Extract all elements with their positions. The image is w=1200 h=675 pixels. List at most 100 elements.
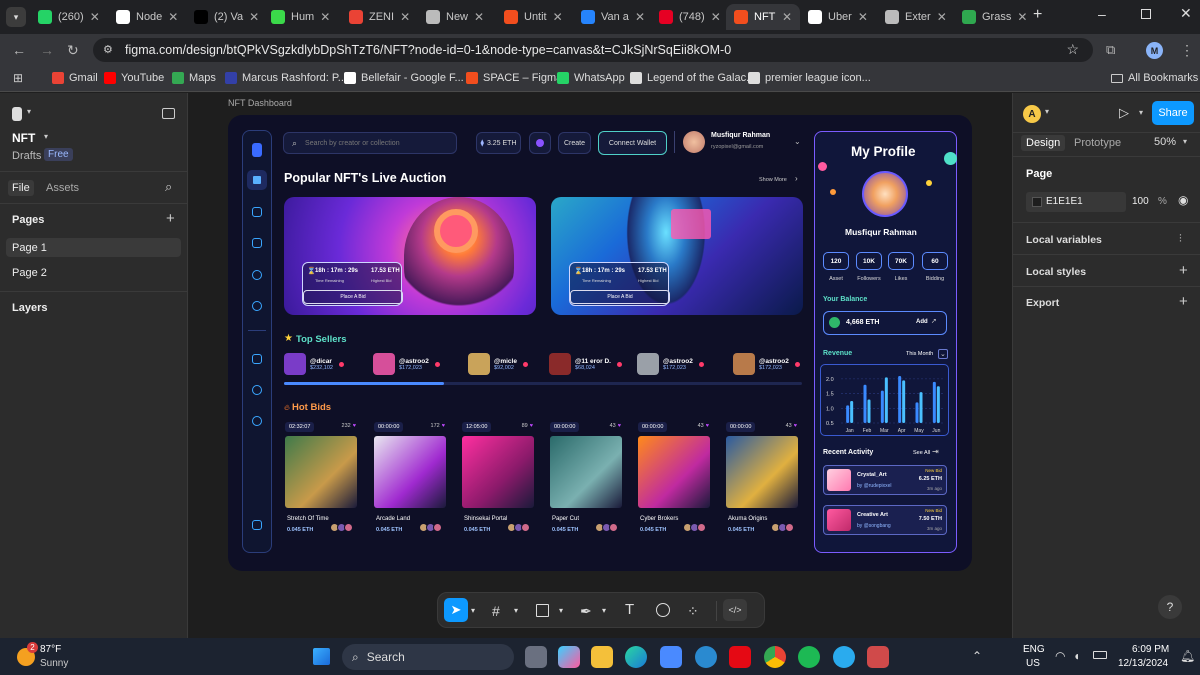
tab-close-icon[interactable]: ✕ <box>858 10 868 24</box>
add-export-icon[interactable]: + <box>1179 293 1188 310</box>
new-tab-button[interactable]: + <box>1033 6 1042 24</box>
browser-tab[interactable]: Grass ✕ <box>954 4 1028 30</box>
bid-card[interactable]: 00:00:00 43 ♥ Paper Cut 0.045 ETH <box>549 422 623 540</box>
browser-tab[interactable]: Node ✕ <box>108 4 182 30</box>
activity-item[interactable]: Creative Art by @songbang New Bid 7.50 ETH 3… <box>823 505 947 535</box>
chevron-down-icon[interactable]: ▾ <box>471 606 475 615</box>
apps-grid-icon[interactable]: ⊞ <box>13 71 23 85</box>
cart-icon[interactable] <box>252 238 262 248</box>
revenue-period[interactable]: This Month <box>906 351 933 357</box>
store-icon[interactable] <box>660 646 682 668</box>
bookmark-star-icon[interactable]: ☆ <box>1066 41 1079 58</box>
place-bid-button-2[interactable]: Place A Bid <box>570 290 670 304</box>
tab-close-icon[interactable]: ✕ <box>90 10 100 24</box>
see-all-link[interactable]: See All <box>913 450 930 456</box>
settings-icon[interactable] <box>252 416 262 426</box>
chevron-down-icon[interactable]: ⌄ <box>938 349 948 359</box>
dev-mode-button[interactable]: </> <box>723 599 747 621</box>
bookmark-link[interactable]: SPACE – Figma <box>466 72 562 84</box>
actions-tool-icon[interactable]: ⁘ <box>687 603 699 620</box>
browser-tab[interactable]: (260) ✕ <box>30 4 104 30</box>
volume-icon[interactable]: ◖ <box>1073 649 1080 663</box>
add-balance-button[interactable]: Add <box>916 319 928 325</box>
forward-icon[interactable]: → <box>40 42 54 58</box>
task-view-icon[interactable] <box>525 646 547 668</box>
file-explorer-icon[interactable] <box>591 646 613 668</box>
comment-tool-icon[interactable] <box>656 603 670 617</box>
user-menu-chevron-icon[interactable]: ⌄ <box>794 137 801 146</box>
bid-likes[interactable]: 43 ♥ <box>698 423 709 429</box>
auction-card-2[interactable]: ⌛ 18h : 17m : 29s Time Remaining 17.53 E… <box>551 197 803 315</box>
browser-tab[interactable]: Exter ✕ <box>877 4 951 30</box>
tab-close-icon[interactable]: ✕ <box>320 10 330 24</box>
chevron-right-icon[interactable]: › <box>795 174 798 183</box>
collaborator-avatar[interactable]: A <box>1023 105 1041 123</box>
sellers-scroll-thumb[interactable] <box>284 382 444 385</box>
chevron-down-icon[interactable]: ▾ <box>27 107 31 116</box>
site-info-icon[interactable]: ⚙ <box>103 43 113 56</box>
rectangle-tool-icon[interactable] <box>536 604 549 617</box>
close-window-button[interactable]: ✕ <box>1180 5 1192 22</box>
tab-close-icon[interactable]: ✕ <box>168 10 178 24</box>
minimize-button[interactable]: – <box>1098 6 1106 22</box>
add-page-icon[interactable]: + <box>166 210 175 227</box>
bid-likes[interactable]: 43 ♥ <box>786 423 797 429</box>
profile-avatar[interactable] <box>862 171 908 217</box>
clock-date[interactable]: 12/13/2024 <box>1118 658 1168 669</box>
bid-likes[interactable]: 172 ♥ <box>431 423 445 429</box>
tab-close-icon[interactable]: ✕ <box>711 10 721 24</box>
seller-item[interactable]: @astroo2 $172,023 <box>373 353 440 375</box>
wifi-icon[interactable]: ◠ <box>1055 649 1065 663</box>
chat-icon[interactable] <box>252 270 262 280</box>
bid-likes[interactable]: 89 ♥ <box>522 423 533 429</box>
logout-icon[interactable] <box>252 520 262 530</box>
sidebar-toggle-icon[interactable] <box>162 108 175 119</box>
restore-button[interactable] <box>1141 9 1151 19</box>
tab-assets[interactable]: Assets <box>46 182 79 194</box>
user-avatar[interactable] <box>683 131 705 153</box>
zoom-level[interactable]: 50% <box>1154 136 1176 148</box>
tab-close-icon[interactable]: ✕ <box>1017 10 1027 24</box>
page-color-value[interactable]: E1E1E1 <box>1046 196 1083 207</box>
clock-time[interactable]: 6:09 PM <box>1132 644 1169 655</box>
tab-file[interactable]: File <box>8 180 34 196</box>
users-icon[interactable] <box>252 385 262 395</box>
chrome-icon[interactable] <box>764 646 786 668</box>
browser-tab[interactable]: Hum ✕ <box>263 4 337 30</box>
seller-item[interactable]: @dicar $232,102 <box>284 353 344 375</box>
start-button[interactable] <box>313 648 330 665</box>
tab-close-icon[interactable]: ✕ <box>782 10 792 24</box>
browser-tab[interactable]: (748) ✕ <box>651 4 725 30</box>
notifications-icon[interactable]: 🔔︎ <box>1180 649 1195 663</box>
battery-icon[interactable] <box>1093 651 1107 659</box>
browser-tab[interactable]: Uber ✕ <box>800 4 874 30</box>
bookmark-link[interactable]: Bellefair - Google F... <box>344 72 464 84</box>
all-bookmarks-link[interactable]: All Bookmarks <box>1111 72 1198 84</box>
bookmark-link[interactable]: Legend of the Galac... <box>630 72 755 84</box>
tab-close-icon[interactable]: ✕ <box>249 10 259 24</box>
url-field[interactable]: ⚙ figma.com/design/btQPkVSgzkdlybDpShTzT… <box>93 38 1093 62</box>
pen-tool-icon[interactable]: ✒ <box>580 603 592 620</box>
browser-tab[interactable]: ZENI ✕ <box>341 4 415 30</box>
chevron-down-icon[interactable]: ▾ <box>1045 107 1049 116</box>
frame-label[interactable]: NFT Dashboard <box>228 98 292 108</box>
bid-card[interactable]: 00:00:00 43 ♥ Akuma Origins 0.045 ETH <box>725 422 799 540</box>
bid-card[interactable]: 00:00:00 172 ♥ Arcade Land 0.045 ETH <box>373 422 447 540</box>
bid-card[interactable]: 12:05:00 89 ♥ Shinsekai Portal 0.045 ETH <box>461 422 535 540</box>
profile-avatar[interactable]: M <box>1146 42 1163 59</box>
temperature[interactable]: 87°F <box>40 644 61 655</box>
tab-design[interactable]: Design <box>1021 135 1066 151</box>
clock-icon[interactable] <box>252 301 262 311</box>
create-button[interactable]: Create <box>558 132 591 154</box>
export[interactable]: Export <box>1026 297 1059 309</box>
share-button[interactable]: Share <box>1152 101 1194 125</box>
chevron-down-icon[interactable]: ▾ <box>1183 137 1187 146</box>
move-tool-button[interactable]: ➤ <box>444 598 468 622</box>
bid-card[interactable]: 00:00:00 43 ♥ Cyber Brokers 0.045 ETH <box>637 422 711 540</box>
connect-wallet-button[interactable]: Connect Wallet <box>598 131 667 155</box>
page-item-2[interactable]: Page 2 <box>12 267 47 279</box>
wallet-icon[interactable] <box>252 207 262 217</box>
menu-icon[interactable]: ⋮ <box>1180 42 1194 59</box>
figma-menu-icon[interactable] <box>12 107 22 121</box>
bookmark-link[interactable]: Marcus Rashford: P... <box>225 72 347 84</box>
